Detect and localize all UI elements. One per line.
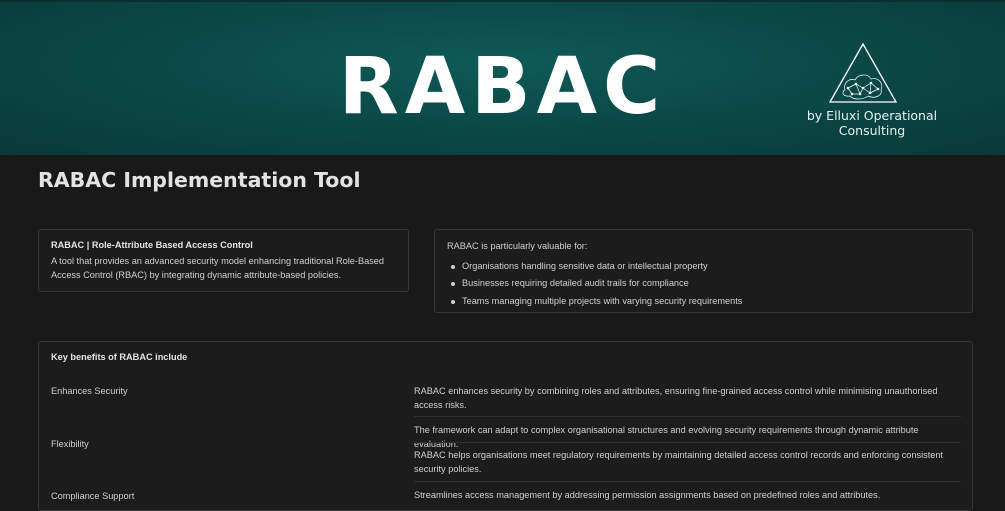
divider [414,481,961,482]
intro-card: RABAC | Role-Attribute Based Access Cont… [38,229,409,292]
key-benefits-title: Key benefits of RABAC include [51,352,188,362]
divider [414,442,961,443]
benefit-label: Flexibility [51,439,89,449]
brand-byline: by Elluxi Operational Consulting [806,108,938,138]
benefit-description: RABAC enhances security by combining rol… [414,386,938,410]
triangle-network-logo-icon [828,42,898,103]
divider [414,416,961,417]
benefit-description: Streamlines access management by address… [414,490,881,500]
header-banner: RABAC by Elluxi Operational Consulting [0,0,1005,155]
list-item: Businesses requiring detailed audit trai… [447,275,960,293]
list-item: Organisations handling sensitive data or… [447,258,960,276]
valuable-for-intro: RABAC is particularly valuable for: [447,241,588,251]
valuable-for-list: Organisations handling sensitive data or… [447,258,960,311]
intro-card-description: A tool that provides an advanced securit… [51,256,384,280]
benefit-description: The framework can adapt to complex organ… [414,425,919,449]
page-title: RABAC Implementation Tool [38,168,361,192]
list-item: Teams managing multiple projects with va… [447,293,960,311]
benefit-label: Enhances Security [51,386,128,396]
valuable-for-card: RABAC is particularly valuable for: Orga… [434,229,973,313]
intro-card-title: RABAC | Role-Attribute Based Access Cont… [51,240,253,250]
benefit-description: RABAC helps organisations meet regulator… [414,450,944,474]
benefit-label: Compliance Support [51,491,135,501]
